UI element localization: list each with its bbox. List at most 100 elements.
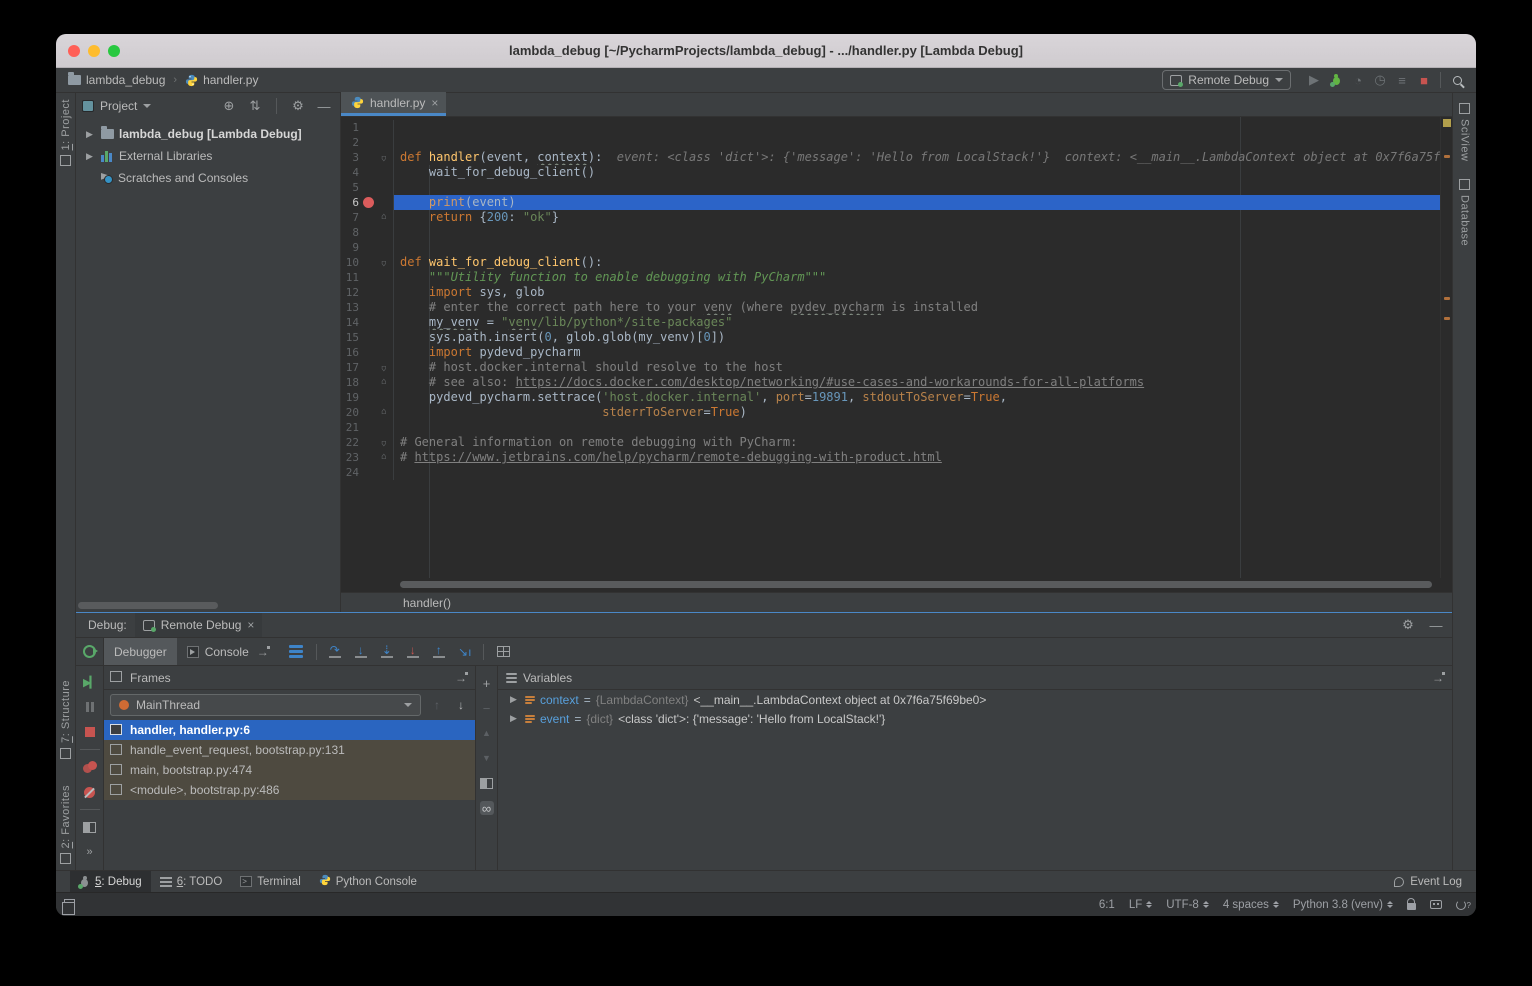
sidebar-tab-sciview[interactable]: SciView: [1459, 103, 1471, 161]
editor-line[interactable]: 9: [341, 240, 1440, 255]
editor-line[interactable]: 2: [341, 135, 1440, 150]
fold-end-icon[interactable]: ⌂: [381, 407, 386, 417]
pin-variables-icon[interactable]: →: [1430, 671, 1446, 685]
expand-arrow-icon[interactable]: ▶: [86, 151, 96, 162]
stop-button[interactable]: ■: [1413, 71, 1435, 89]
editor-line[interactable]: 15 sys.path.insert(0, glob.glob(my_venv)…: [341, 330, 1440, 345]
variable-row[interactable]: ▶event = {dict} <class 'dict'>: {'messag…: [498, 709, 1452, 728]
pin-frames-icon[interactable]: →: [453, 671, 469, 685]
editor-line[interactable]: 14 my_venv = "venv/lib/python*/site-pack…: [341, 315, 1440, 330]
fold-start-icon[interactable]: ⌂: [381, 435, 386, 450]
frame-row[interactable]: <module>, bootstrap.py:486: [104, 780, 475, 800]
step-into-button[interactable]: ↓: [348, 638, 374, 665]
status-item[interactable]: LF: [1129, 899, 1152, 911]
pin-tab-icon[interactable]: →: [255, 645, 271, 659]
remove-watch-button[interactable]: −: [480, 701, 494, 715]
hide-panel-button[interactable]: —: [314, 99, 334, 114]
close-tab-icon[interactable]: ×: [431, 96, 438, 110]
panel-settings-button[interactable]: ⚙: [288, 98, 308, 114]
editor-line[interactable]: 7⌂ return {200: "ok"}: [341, 210, 1440, 225]
bottom-tab-python[interactable]: Python Console: [310, 871, 426, 892]
step-into-my-code-button[interactable]: ⇣: [374, 638, 400, 665]
evaluate-infinity-button[interactable]: ∞: [480, 801, 494, 815]
editor-line[interactable]: 1: [341, 120, 1440, 135]
debug-session-tab[interactable]: Remote Debug ×: [135, 613, 263, 637]
restore-layout-button[interactable]: [82, 819, 98, 835]
fold-zone[interactable]: ⌂: [377, 450, 391, 465]
move-watch-up-button[interactable]: ▲: [480, 726, 494, 740]
lock-icon[interactable]: [1407, 903, 1416, 910]
fold-start-icon[interactable]: ⌂: [381, 150, 386, 165]
status-item[interactable]: 4 spaces: [1223, 899, 1279, 911]
fold-zone[interactable]: ⌂: [377, 405, 391, 420]
toggle-watches-panel-button[interactable]: [480, 776, 494, 790]
editor-line[interactable]: 22⌂# General information on remote debug…: [341, 435, 1440, 450]
editor-line[interactable]: 24: [341, 465, 1440, 480]
tree-item-folder[interactable]: ▶lambda_debug [Lambda Debug]: [76, 123, 340, 145]
editor-line[interactable]: 3⌂def handler(event, context): event: <c…: [341, 150, 1440, 165]
tab-console[interactable]: Console →: [177, 638, 281, 665]
debug-button[interactable]: [1325, 71, 1347, 89]
thread-selector[interactable]: MainThread: [110, 694, 421, 716]
editor-line[interactable]: 19 pydevd_pycharm.settrace('host.docker.…: [341, 390, 1440, 405]
expand-arrow-icon[interactable]: ▶: [86, 129, 96, 140]
fold-end-icon[interactable]: ⌂: [381, 377, 386, 387]
editor-line[interactable]: 16 import pydevd_pycharm: [341, 345, 1440, 360]
project-hscrollbar[interactable]: [78, 602, 218, 609]
frame-row[interactable]: handler, handler.py:6: [104, 720, 475, 740]
caret-position[interactable]: 6:1: [1099, 899, 1115, 911]
breakpoint-dot[interactable]: [363, 197, 374, 208]
evaluate-expression-button[interactable]: [497, 646, 510, 657]
fold-zone[interactable]: ⌂: [377, 210, 391, 225]
fold-end-icon[interactable]: ⌂: [381, 212, 386, 222]
step-over-button[interactable]: ↷: [322, 638, 348, 665]
variable-row[interactable]: ▶context = {LambdaContext} <__main__.Lam…: [498, 690, 1452, 709]
status-item[interactable]: UTF-8: [1166, 899, 1209, 911]
editor-line[interactable]: 12 import sys, glob: [341, 285, 1440, 300]
close-session-icon[interactable]: ×: [247, 618, 254, 632]
tab-debugger[interactable]: Debugger: [104, 638, 177, 665]
collapse-all-button[interactable]: ⇅: [245, 98, 265, 114]
editor-line[interactable]: 6 print(event): [341, 195, 1440, 210]
project-panel-title[interactable]: Project: [100, 99, 137, 113]
move-watch-down-button[interactable]: ▼: [480, 751, 494, 765]
debug-settings-button[interactable]: ⚙: [1398, 617, 1418, 633]
hide-debug-panel-button[interactable]: —: [1426, 618, 1446, 633]
zoom-window-button[interactable]: [108, 45, 120, 57]
show-execution-point-button[interactable]: [281, 638, 311, 665]
fold-end-icon[interactable]: ⌂: [381, 452, 386, 462]
search-everywhere-button[interactable]: [1446, 71, 1468, 89]
editor-tab-handler[interactable]: handler.py ×: [341, 92, 446, 116]
error-stripe[interactable]: [1440, 117, 1452, 578]
run-button[interactable]: ▶: [1303, 71, 1325, 89]
rerun-button[interactable]: [76, 638, 104, 665]
bottom-tab-todo[interactable]: 6: TODO: [151, 871, 232, 892]
next-frame-button[interactable]: ↓: [453, 698, 469, 712]
tree-item-library[interactable]: ▶External Libraries: [76, 145, 340, 167]
breadcrumb-project[interactable]: lambda_debug: [86, 73, 165, 87]
editor-line[interactable]: 11 """Utility function to enable debuggi…: [341, 270, 1440, 285]
tree-item-scratch[interactable]: ▶Scratches and Consoles: [76, 167, 340, 189]
fold-zone[interactable]: ⌂: [377, 375, 391, 390]
run-with-configurations-button[interactable]: ≡: [1391, 71, 1413, 89]
mute-breakpoints-button[interactable]: [82, 784, 98, 800]
variables-menu-icon[interactable]: [506, 673, 517, 683]
minimize-window-button[interactable]: [88, 45, 100, 57]
fold-zone[interactable]: ⌂: [377, 435, 391, 450]
editor-line[interactable]: 21: [341, 420, 1440, 435]
fold-start-icon[interactable]: ⌂: [381, 360, 386, 375]
fold-zone[interactable]: ⌂: [377, 150, 391, 165]
editor-line[interactable]: 17⌂ # host.docker.internal should resolv…: [341, 360, 1440, 375]
editor-hscrollbar-thumb[interactable]: [400, 581, 1432, 588]
breakpoint-zone[interactable]: [359, 197, 377, 208]
reader-mode-icon[interactable]: [1430, 900, 1442, 909]
editor-line[interactable]: 10⌂def wait_for_debug_client():: [341, 255, 1440, 270]
add-watch-button[interactable]: +: [480, 676, 494, 690]
fold-zone[interactable]: ⌂: [377, 255, 391, 270]
stop-debug-button[interactable]: [82, 724, 98, 740]
fold-zone[interactable]: ⌂: [377, 360, 391, 375]
editor-line[interactable]: 20⌂ stderrToServer=True): [341, 405, 1440, 420]
editor-line[interactable]: 4 wait_for_debug_client(): [341, 165, 1440, 180]
close-window-button[interactable]: [68, 45, 80, 57]
editor-line[interactable]: 13 # enter the correct path here to your…: [341, 300, 1440, 315]
